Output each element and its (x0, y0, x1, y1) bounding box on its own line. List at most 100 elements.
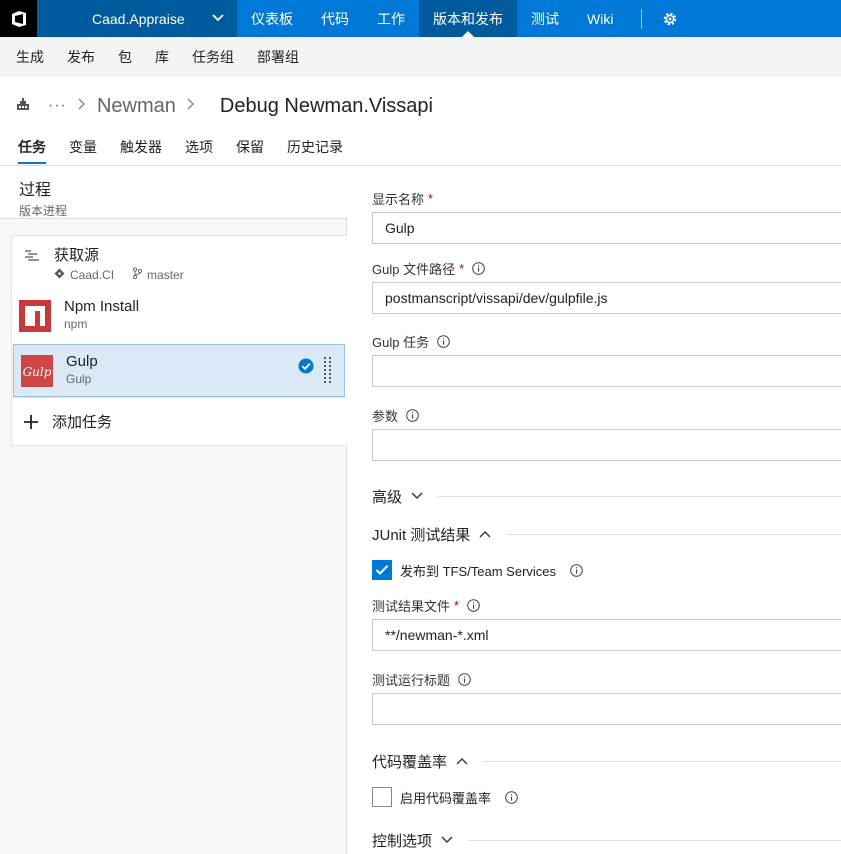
checkmark-circle-icon (298, 358, 314, 379)
enable-coverage-row: 启用代码覆盖率 (372, 786, 518, 808)
publish-results-checkbox[interactable] (372, 560, 392, 580)
test-run-title-label: 测试运行标题 (372, 672, 451, 688)
tab-retention[interactable]: 保留 (236, 130, 264, 164)
gulpfile-path-label: Gulp 文件路径 (372, 261, 456, 277)
junit-section-header[interactable]: JUnit 测试结果 (372, 522, 841, 546)
process-subtitle: 版本进程 (19, 204, 68, 218)
drag-handle-icon[interactable] (324, 357, 332, 392)
process-header[interactable]: 过程 版本进程 (0, 166, 347, 219)
nav-test[interactable]: 测试 (517, 0, 573, 37)
chevron-up-icon (478, 529, 492, 539)
chevron-down-icon (440, 835, 454, 845)
task-list: 获取源 Caad.CI master Npm Install npm Gulp … (11, 235, 347, 446)
test-results-files-input[interactable]: **/newman-*.xml (372, 619, 841, 651)
tab-options[interactable]: 选项 (185, 130, 213, 164)
subnav-deployment-groups[interactable]: 部署组 (257, 47, 299, 67)
subnav-task-groups[interactable]: 任务组 (192, 47, 234, 67)
chevron-up-icon (455, 756, 469, 766)
task-name: 获取源 (54, 247, 100, 264)
info-icon[interactable] (437, 334, 450, 348)
junit-section-title: JUnit 测试结果 (372, 526, 471, 544)
subnav-packages[interactable]: 包 (118, 47, 132, 67)
source-list-icon (24, 248, 40, 269)
coverage-section-header[interactable]: 代码覆盖率 (372, 749, 841, 773)
add-task-button[interactable]: 添加任务 (12, 397, 347, 445)
nav-wiki[interactable]: Wiki (573, 0, 627, 37)
display-name-label: 显示名称 (372, 191, 425, 207)
section-divider (506, 533, 841, 535)
chevron-down-icon (211, 11, 225, 28)
definition-tabs: 任务 变量 触发器 选项 保留 历史记录 (0, 130, 366, 166)
enable-coverage-label: 启用代码覆盖率 (400, 790, 492, 806)
test-results-files-label: 测试结果文件 (372, 598, 451, 614)
info-icon[interactable] (467, 598, 480, 612)
enable-coverage-checkbox[interactable] (372, 787, 392, 807)
chevron-right-icon (77, 97, 87, 116)
tab-variables[interactable]: 变量 (69, 130, 97, 164)
subnav-builds[interactable]: 生成 (16, 47, 44, 67)
project-name: Caad.Appraise (92, 10, 185, 27)
task-npm-install[interactable]: Npm Install npm (12, 290, 347, 344)
arguments-field: 参数 (372, 405, 841, 461)
subnav-library[interactable]: 库 (155, 47, 169, 67)
branch-icon (132, 267, 143, 282)
info-icon[interactable] (505, 790, 518, 804)
info-icon[interactable] (570, 563, 583, 577)
task-settings-pane: 显示名称 * Gulp Gulp 文件路径 * postmanscript/vi… (348, 166, 841, 854)
nav-code[interactable]: 代码 (307, 0, 363, 37)
nav-work[interactable]: 工作 (363, 0, 419, 37)
arguments-input[interactable] (372, 429, 841, 461)
test-run-title-field: 测试运行标题 (372, 669, 841, 725)
project-selector[interactable]: Caad.Appraise (37, 0, 237, 37)
display-name-input[interactable]: Gulp (372, 212, 841, 244)
sub-nav: 生成 发布 包 库 任务组 部署组 (0, 37, 841, 77)
gear-icon[interactable] (662, 11, 678, 27)
add-task-label: 添加任务 (52, 414, 113, 431)
npm-icon (19, 300, 51, 337)
tab-triggers[interactable]: 触发器 (120, 130, 162, 164)
tab-tasks[interactable]: 任务 (18, 130, 46, 164)
page-title: Debug Newman.Vissapi (219, 94, 433, 117)
required-marker: * (459, 260, 465, 276)
gulpfile-path-field: Gulp 文件路径 * postmanscript/vissapi/dev/gu… (372, 258, 841, 314)
test-run-title-input[interactable] (372, 693, 841, 725)
required-marker: * (428, 190, 434, 206)
breadcrumb-folder[interactable]: Newman (97, 95, 176, 118)
display-name-field: 显示名称 * Gulp (372, 188, 841, 244)
breadcrumb: ··· Newman Debug Newman.Vissapi (16, 92, 433, 120)
task-subtitle: Gulp (66, 372, 92, 386)
section-divider (468, 839, 841, 841)
info-icon[interactable] (458, 672, 471, 686)
task-gulp[interactable]: Gulp Gulp Gulp (13, 344, 345, 397)
control-options-section-header[interactable]: 控制选项 (372, 828, 841, 852)
subnav-releases[interactable]: 发布 (67, 47, 95, 67)
task-pane: 过程 版本进程 获取源 Caad.CI master Npm Install n… (0, 166, 347, 854)
chevron-right-icon (186, 97, 196, 116)
required-marker: * (454, 597, 460, 613)
process-title: 过程 (19, 182, 52, 199)
nav-divider (641, 8, 643, 29)
breadcrumb-more[interactable]: ··· (48, 97, 67, 115)
build-definition-icon (16, 97, 30, 116)
advanced-section-header[interactable]: 高级 (372, 484, 841, 508)
gulp-tasks-input[interactable] (372, 355, 841, 387)
nav-dashboard[interactable]: 仪表板 (237, 0, 307, 37)
vsts-logo-icon[interactable] (0, 0, 37, 37)
gulp-tasks-label: Gulp 任务 (372, 334, 430, 350)
task-get-sources[interactable]: 获取源 Caad.CI master (12, 236, 347, 290)
gulp-tasks-field: Gulp 任务 (372, 331, 841, 387)
publish-results-row: 发布到 TFS/Team Services (372, 559, 583, 581)
control-options-section-title: 控制选项 (372, 832, 433, 850)
gulpfile-path-input[interactable]: postmanscript/vissapi/dev/gulpfile.js (372, 282, 841, 314)
arguments-label: 参数 (372, 408, 399, 424)
info-icon[interactable] (406, 408, 419, 422)
repo-name: Caad.CI (70, 267, 115, 282)
nav-build-release[interactable]: 版本和发布 (419, 0, 517, 37)
coverage-section-title: 代码覆盖率 (372, 753, 448, 771)
task-name: Gulp (66, 353, 98, 370)
branch-name: master (147, 267, 184, 282)
test-results-files-field: 测试结果文件 * **/newman-*.xml (372, 595, 841, 651)
info-icon[interactable] (472, 261, 485, 275)
tab-history[interactable]: 历史记录 (287, 130, 343, 164)
svg-text:Gulp: Gulp (23, 365, 52, 379)
